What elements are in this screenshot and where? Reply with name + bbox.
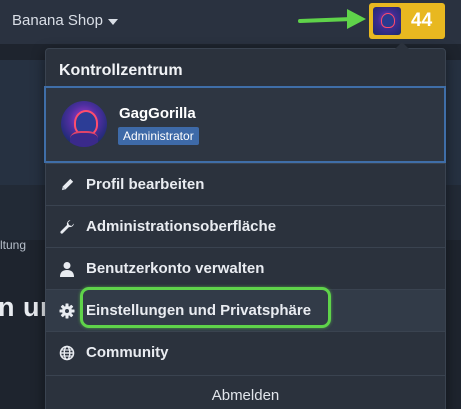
menu-item-label: Einstellungen und Privatsphäre: [86, 302, 312, 319]
menu-item-manage-account[interactable]: Benutzerkonto verwalten: [46, 247, 445, 289]
pencil-icon: [59, 177, 75, 193]
control-center-dropdown: Kontrollzentrum GagGorilla Administrator…: [44, 42, 446, 409]
avatar: [61, 101, 107, 147]
logout-button[interactable]: Abmelden: [46, 375, 445, 409]
menu-item-label: Profil bearbeiten: [86, 176, 205, 193]
dropdown-title: Kontrollzentrum: [59, 62, 183, 79]
profile-name: GagGorilla: [119, 105, 196, 122]
role-badge: Administrator: [118, 127, 199, 145]
menu-item-settings-privacy[interactable]: Einstellungen und Privatsphäre: [46, 289, 445, 331]
user-menu-button[interactable]: 44: [369, 3, 445, 39]
dropdown-pointer: [395, 42, 409, 49]
menu-item-edit-profile[interactable]: Profil bearbeiten: [46, 163, 445, 205]
background-partial-label: ltung: [0, 238, 27, 252]
shop-label: Banana Shop: [12, 12, 103, 29]
chevron-down-icon: [107, 18, 118, 25]
gear-icon: [59, 303, 75, 319]
notification-count: 44: [411, 10, 433, 31]
globe-icon: [59, 345, 75, 361]
menu-item-admin-panel[interactable]: Administrationsoberfläche: [46, 205, 445, 247]
avatar: [373, 7, 401, 35]
profile-card[interactable]: GagGorilla Administrator: [44, 86, 446, 163]
menu-item-label: Benutzerkonto verwalten: [86, 260, 265, 277]
shop-menu-link[interactable]: Banana Shop: [12, 12, 118, 29]
menu-item-label: Administrationsoberfläche: [86, 218, 277, 235]
menu-item-label: Community: [86, 344, 169, 361]
background-partial-heading: n ur: [0, 292, 51, 322]
menu-item-community[interactable]: Community: [46, 331, 445, 373]
wrench-icon: [59, 219, 75, 235]
user-icon: [59, 261, 75, 277]
